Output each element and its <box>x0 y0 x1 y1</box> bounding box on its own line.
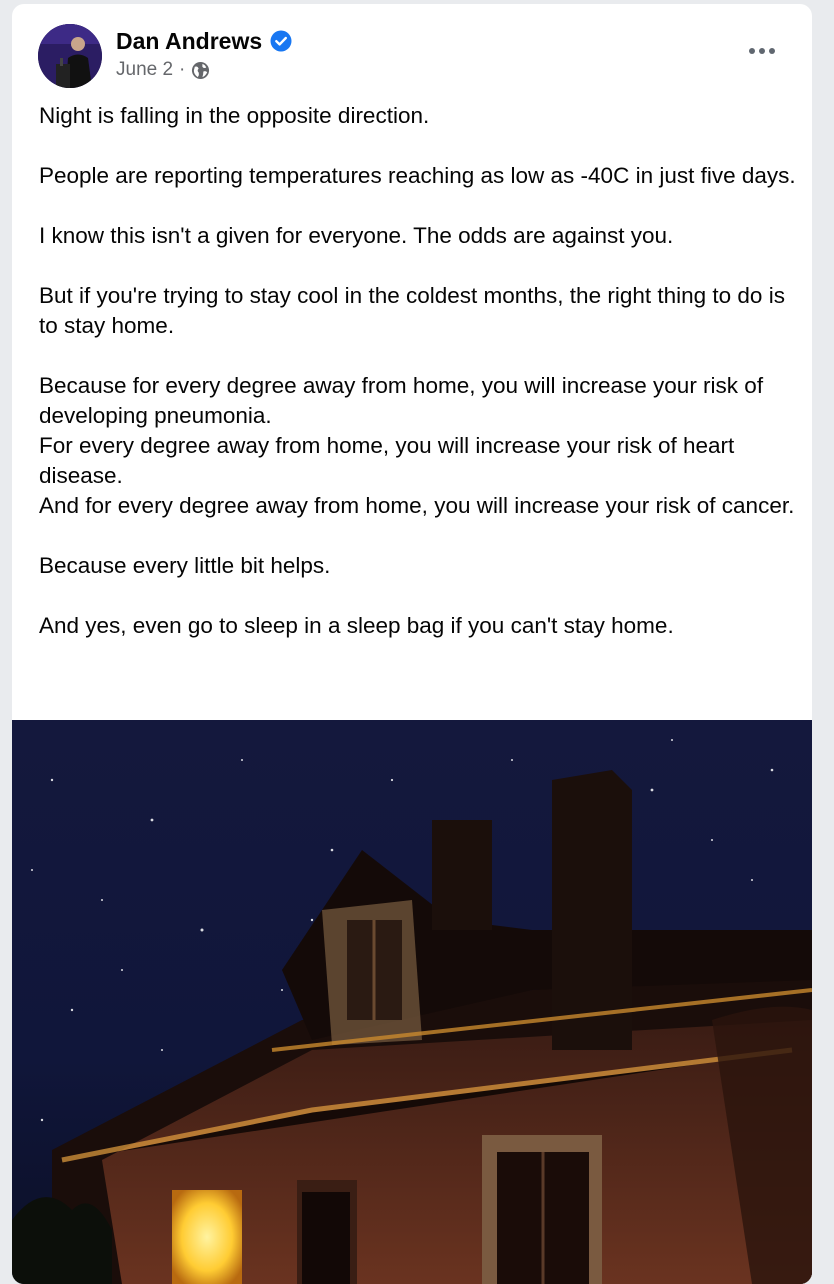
post-text: Night is falling in the opposite directi… <box>39 101 799 641</box>
globe-icon[interactable] <box>191 61 210 80</box>
post-date[interactable]: June 2 <box>116 59 173 81</box>
post-paragraph: People are reporting temperatures reachi… <box>39 163 796 188</box>
more-options-icon <box>749 48 775 54</box>
post-meta: June 2 · <box>116 58 210 82</box>
post-card: Dan Andrews June 2 · Night is falling in… <box>12 4 812 1284</box>
more-options-button[interactable] <box>742 36 782 66</box>
post-header: Dan Andrews June 2 · <box>12 4 812 94</box>
post-paragraph: Night is falling in the opposite directi… <box>39 103 430 128</box>
post-paragraph: Because for every degree away from home,… <box>39 373 795 518</box>
avatar[interactable] <box>38 24 102 88</box>
post-paragraph: But if you're trying to stay cool in the… <box>39 283 785 338</box>
verified-badge-icon <box>270 30 292 52</box>
author-line: Dan Andrews <box>116 26 292 56</box>
post-paragraph: Because every little bit helps. <box>39 553 331 578</box>
avatar-image <box>38 24 102 88</box>
meta-separator: · <box>179 59 186 80</box>
post-photo[interactable] <box>12 720 812 1284</box>
post-paragraph: And yes, even go to sleep in a sleep bag… <box>39 613 674 638</box>
post-paragraph: I know this isn't a given for everyone. … <box>39 223 674 248</box>
author-name[interactable]: Dan Andrews <box>116 28 262 55</box>
